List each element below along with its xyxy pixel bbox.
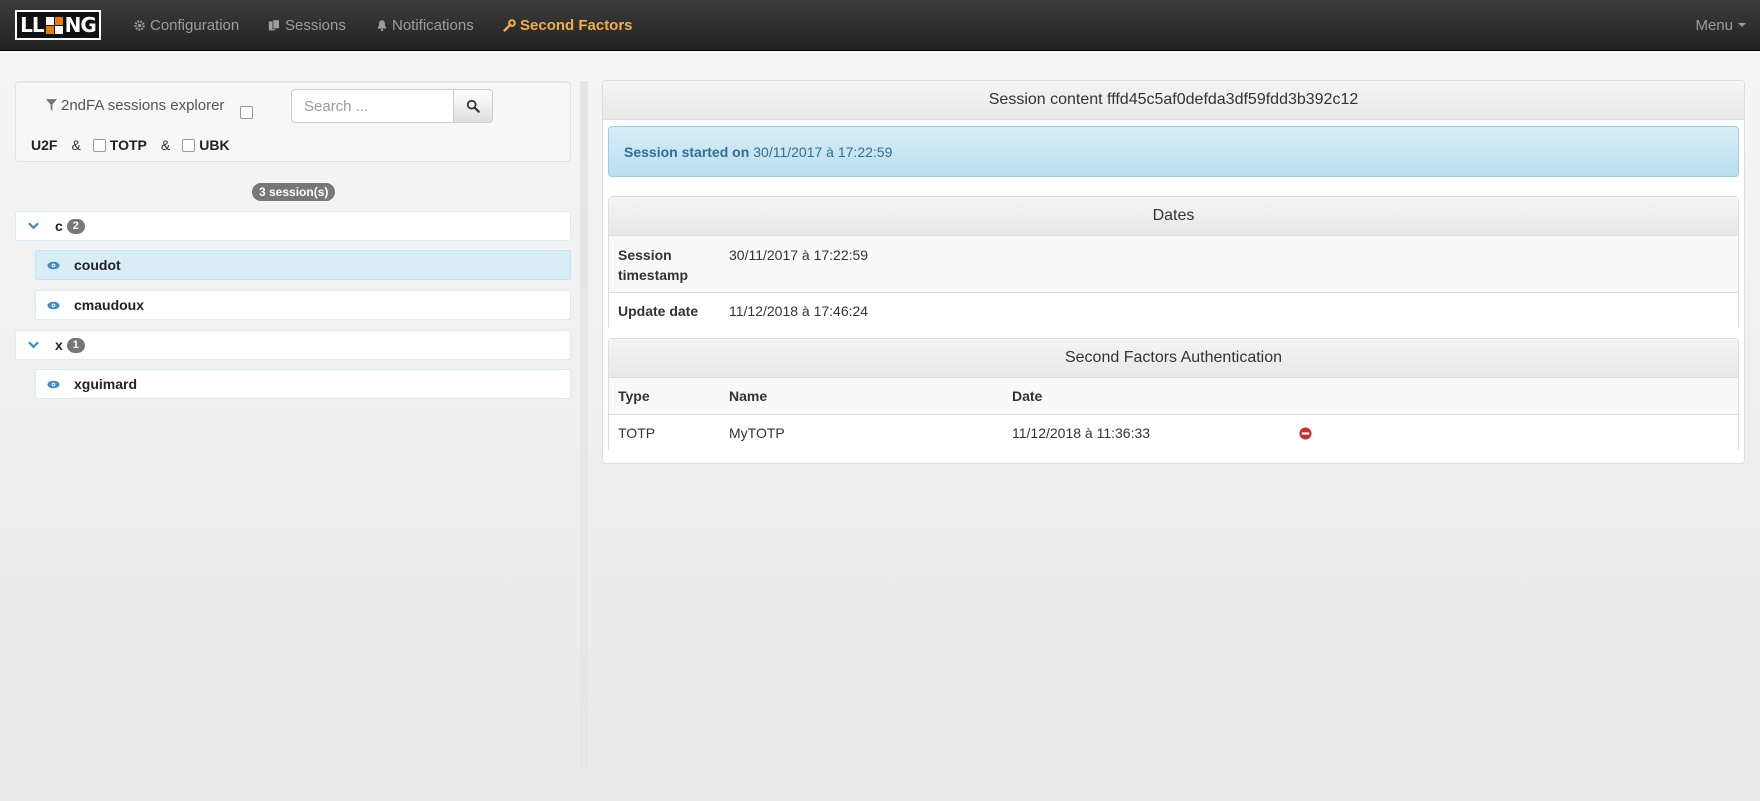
ubk-checkbox[interactable]: [182, 138, 196, 152]
tree-item-coudot[interactable]: coudot: [35, 250, 571, 280]
table-header-row: Type Name Date: [609, 378, 1738, 415]
session-content-panel: Session content fffd45c5af0defda3df59fdd…: [602, 80, 1745, 464]
panel-splitter[interactable]: [580, 81, 588, 769]
remove-sfa-icon[interactable]: [1299, 427, 1312, 440]
lemonldap-logo[interactable]: LL NG: [15, 10, 101, 40]
chevron-down-icon: [28, 341, 39, 349]
nav-second-factors[interactable]: Second Factors: [503, 0, 633, 50]
totp-label: TOTP: [109, 137, 147, 153]
update-date-label: Update date: [618, 303, 699, 319]
eye-icon: [47, 261, 60, 269]
u2f-checkbox[interactable]: [240, 106, 253, 119]
eye-icon: [47, 301, 60, 309]
dates-heading: Dates: [609, 197, 1738, 236]
table-row: TOTP MyTOTP 11/12/2018 à 11:36:33: [609, 415, 1738, 452]
table-row: Update date 11/12/2018 à 17:46:24: [609, 293, 1738, 330]
second-factors-panel: Second Factors Authentication Type Name …: [608, 338, 1739, 452]
tree-item-cmaudoux[interactable]: cmaudoux: [35, 290, 571, 320]
wrench-icon: [503, 18, 516, 32]
session-started-label: Session started on: [624, 143, 750, 160]
table-row: Session timestamp 30/11/2017 à 17:22:59: [609, 236, 1738, 293]
amp-separator: &: [71, 137, 81, 153]
dates-panel: Dates Session timestamp 30/11/2017 à 17:…: [608, 196, 1739, 330]
logo-grid-icon: [45, 16, 63, 34]
nav-second-factors-label: Second Factors: [520, 16, 633, 34]
menu-dropdown[interactable]: Menu: [1695, 0, 1746, 50]
session-content-heading: Session content fffd45c5af0defda3df59fdd…: [603, 81, 1744, 120]
tree-group-label: x: [55, 337, 63, 353]
sfa-date: 11/12/2018 à 11:36:33: [1012, 425, 1151, 441]
tree-group-label: c: [55, 218, 63, 234]
tree-item-label: xguimard: [74, 376, 138, 392]
search-icon: [466, 99, 480, 113]
session-timestamp-label-line2: timestamp: [618, 267, 689, 283]
tree-group-c[interactable]: c 2: [15, 211, 571, 241]
explorer-title: 2ndFA sessions explorer: [46, 97, 224, 114]
filter-icon: [46, 99, 57, 111]
search-input[interactable]: [291, 89, 454, 123]
second-factors-heading: Second Factors Authentication: [609, 339, 1738, 378]
nav-sessions[interactable]: Sessions: [268, 0, 346, 50]
menu-label: Menu: [1695, 16, 1733, 34]
logo-ll: LL: [20, 13, 44, 37]
nav-sessions-label: Sessions: [285, 16, 346, 34]
bell-icon: [377, 19, 387, 31]
session-timestamp-label-line1: Session: [618, 247, 672, 263]
group-count-badge: 2: [66, 218, 85, 234]
session-started-value: 30/11/2017 à 17:22:59: [753, 143, 893, 160]
tree-item-label: cmaudoux: [74, 297, 145, 313]
session-timestamp-value: 30/11/2017 à 17:22:59: [729, 247, 869, 263]
sfa-type: TOTP: [618, 425, 656, 441]
session-timestamp-label: Session timestamp: [618, 245, 688, 285]
search-button[interactable]: [454, 89, 493, 123]
nav-configuration-label: Configuration: [150, 16, 240, 34]
update-date-value: 11/12/2018 à 17:46:24: [729, 303, 869, 319]
eye-icon: [47, 380, 60, 388]
nav-notifications[interactable]: Notifications: [376, 0, 474, 50]
sfa-name: MyTOTP: [729, 425, 785, 441]
chevron-down-icon: [28, 222, 39, 230]
column-header-name: Name: [729, 388, 768, 404]
totp-checkbox[interactable]: [92, 138, 106, 152]
explorer-filter-panel: 2ndFA sessions explorer U2F & TOTP & UBK: [15, 81, 571, 162]
column-header-date: Date: [1012, 388, 1043, 404]
cog-icon: [134, 19, 145, 31]
explorer-title-text: 2ndFA sessions explorer: [61, 97, 225, 114]
nav-configuration[interactable]: Configuration: [133, 0, 239, 50]
tree-group-x[interactable]: x 1: [15, 330, 571, 360]
session-started-alert: Session started on 30/11/2017 à 17:22:59: [608, 126, 1739, 177]
session-count-badge: 3 session(s): [252, 183, 336, 201]
column-header-type: Type: [618, 388, 650, 404]
u2f-label: U2F: [31, 137, 58, 153]
group-count-badge: 1: [66, 337, 85, 353]
tree-item-xguimard[interactable]: xguimard: [35, 369, 571, 399]
top-navbar: LL NG Configuration Sessions Notificatio…: [0, 0, 1760, 51]
nav-notifications-label: Notifications: [392, 16, 474, 34]
logo-ng: NG: [64, 13, 97, 37]
caret-down-icon: [1738, 23, 1746, 27]
ubk-label: UBK: [199, 137, 230, 153]
filter-row: U2F & TOTP & UBK: [31, 137, 230, 153]
amp-separator: &: [160, 137, 171, 153]
tree-item-label: coudot: [74, 257, 121, 273]
sessions-icon: [268, 18, 280, 30]
